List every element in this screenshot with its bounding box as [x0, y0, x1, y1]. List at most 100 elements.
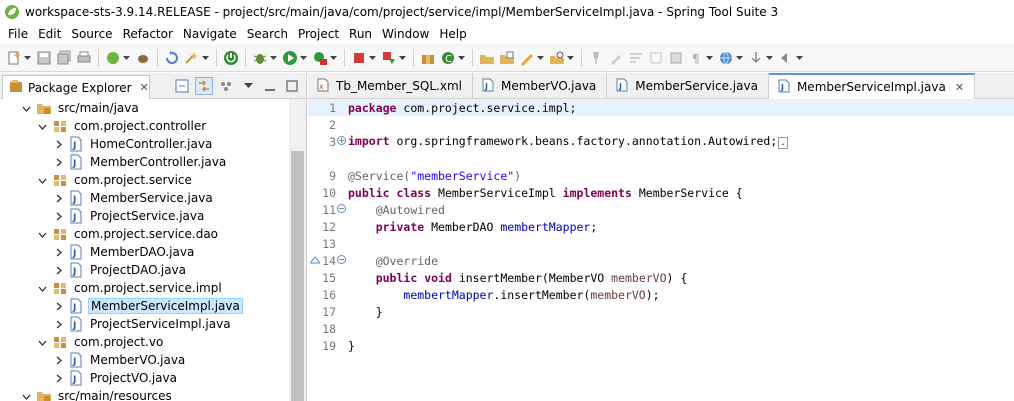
chevron-down-icon[interactable] — [36, 120, 48, 132]
bean-icon[interactable] — [135, 50, 151, 66]
new-icon[interactable] — [6, 50, 22, 66]
tree-item-membercontroller-java[interactable]: J MemberController.java — [0, 153, 288, 171]
generate-icon[interactable] — [184, 50, 200, 66]
chevron-down-icon[interactable] — [736, 50, 743, 66]
close-icon[interactable]: ✕ — [140, 81, 149, 94]
open-type-icon[interactable] — [479, 50, 495, 66]
tab-package-explorer[interactable]: Package Explorer ✕ — [2, 75, 150, 99]
code-line[interactable]: 16 membertMapper.insertMember(memberVO); — [308, 286, 1014, 303]
menu-window[interactable]: Window — [378, 27, 435, 41]
code-line[interactable]: 10 public class MemberServiceImpl implem… — [308, 184, 1014, 201]
minimize-icon[interactable] — [261, 77, 279, 95]
spring-boot-icon[interactable] — [105, 50, 121, 66]
chevron-right-icon[interactable] — [52, 264, 64, 276]
maximize-icon[interactable] — [283, 77, 301, 95]
highlight-icon[interactable] — [608, 50, 624, 66]
code-line[interactable]: 9 @Service("memberService") — [308, 167, 1014, 184]
explorer-scrollbar[interactable] — [289, 99, 306, 401]
toggle-mark-icon[interactable] — [668, 50, 684, 66]
code-line[interactable]: 12 private MemberDAO membertMapper; — [308, 218, 1014, 235]
tab-memberserviceimpl-java[interactable]: J MemberServiceImpl.java ✕ — [768, 73, 976, 99]
chevron-down-icon[interactable] — [300, 50, 307, 66]
block-select-icon[interactable] — [648, 50, 664, 66]
new-package-icon[interactable] — [420, 50, 436, 66]
chevron-right-icon[interactable] — [52, 246, 64, 258]
tree-item-projectservice-java[interactable]: J ProjectService.java — [0, 207, 288, 225]
tree-item-memberserviceimpl-java[interactable]: J MemberServiceImpl.java — [0, 297, 288, 315]
pen-icon[interactable] — [519, 50, 535, 66]
tree-item-projectserviceimpl-java[interactable]: J ProjectServiceImpl.java — [0, 315, 288, 333]
server-start-icon[interactable] — [223, 50, 239, 66]
chevron-right-icon[interactable] — [52, 156, 64, 168]
menu-search[interactable]: Search — [243, 27, 294, 41]
tab-membervo-java[interactable]: J MemberVO.java — [473, 73, 608, 99]
back-icon[interactable] — [778, 50, 794, 66]
word-wrap-icon[interactable] — [628, 50, 644, 66]
tree-item-src-main-resources[interactable]: src/main/resources — [0, 387, 288, 401]
chevron-down-icon[interactable] — [20, 102, 32, 114]
show-whitespace-icon[interactable]: ¶ — [688, 50, 704, 66]
run-icon[interactable] — [282, 50, 298, 66]
code-line[interactable] — [308, 150, 1014, 167]
code-line[interactable]: 19 } — [308, 337, 1014, 354]
collapse-all-icon[interactable] — [173, 77, 191, 95]
chevron-right-icon[interactable] — [52, 192, 64, 204]
code-line[interactable]: 11 @Autowired — [308, 201, 1014, 218]
chevron-down-icon[interactable] — [20, 390, 32, 401]
tree-item-com-project-service-dao[interactable]: com.project.service.dao — [0, 225, 288, 243]
pin-icon[interactable] — [588, 50, 604, 66]
chevron-down-icon[interactable] — [399, 50, 406, 66]
tree-item-projectvo-java[interactable]: J ProjectVO.java — [0, 369, 288, 387]
tab-memberservice-java[interactable]: J MemberService.java — [607, 73, 769, 99]
menu-refactor[interactable]: Refactor — [119, 27, 179, 41]
refresh-icon[interactable] — [164, 50, 180, 66]
debug-icon[interactable] — [252, 50, 268, 66]
chevron-down-icon[interactable] — [123, 50, 130, 66]
code-line[interactable]: 15 public void insertMember(MemberVO mem… — [308, 269, 1014, 286]
code-line[interactable]: 3 import org.springframework.beans.facto… — [308, 133, 1014, 150]
chevron-down-icon[interactable] — [458, 50, 465, 66]
code-area[interactable]: 1 package com.project.service.impl; 2 3 … — [308, 99, 1014, 401]
new-class-icon[interactable]: C — [440, 50, 456, 66]
chevron-right-icon[interactable] — [52, 372, 64, 384]
chevron-down-icon[interactable] — [369, 50, 376, 66]
open-resource-icon[interactable] — [499, 50, 515, 66]
chevron-down-icon[interactable] — [36, 228, 48, 240]
folded-ellipsis[interactable]: . — [778, 137, 788, 149]
close-icon[interactable]: ✕ — [955, 81, 964, 94]
code-line[interactable]: 18 — [308, 320, 1014, 337]
chevron-right-icon[interactable] — [52, 210, 64, 222]
menu-edit[interactable]: Edit — [34, 27, 67, 41]
tree-item-projectdao-java[interactable]: J ProjectDAO.java — [0, 261, 288, 279]
chevron-right-icon[interactable] — [52, 354, 64, 366]
tree-item-membervo-java[interactable]: J MemberVO.java — [0, 351, 288, 369]
chevron-right-icon[interactable] — [52, 300, 64, 312]
chevron-down-icon[interactable] — [766, 50, 773, 66]
save-all-icon[interactable] — [56, 50, 72, 66]
tree-item-src-main-java[interactable]: src/main/java — [0, 99, 288, 117]
code-line[interactable]: 14 @Override — [308, 252, 1014, 269]
chevron-down-icon[interactable] — [36, 282, 48, 294]
chevron-down-icon[interactable] — [567, 50, 574, 66]
tree-item-memberdao-java[interactable]: J MemberDAO.java — [0, 243, 288, 261]
menu-help[interactable]: Help — [435, 27, 472, 41]
chevron-down-icon[interactable] — [796, 50, 803, 66]
menu-navigate[interactable]: Navigate — [179, 27, 243, 41]
search-icon[interactable] — [549, 50, 565, 66]
menu-project[interactable]: Project — [294, 27, 345, 41]
chevron-down-icon[interactable] — [36, 336, 48, 348]
deploy-icon[interactable] — [381, 50, 397, 66]
tree-item-memberservice-java[interactable]: J MemberService.java — [0, 189, 288, 207]
chevron-right-icon[interactable] — [52, 138, 64, 150]
chevron-down-icon[interactable] — [202, 50, 209, 66]
chevron-down-icon[interactable] — [330, 50, 337, 66]
menu-source[interactable]: Source — [67, 27, 118, 41]
tree-item-homecontroller-java[interactable]: J HomeController.java — [0, 135, 288, 153]
save-icon[interactable] — [36, 50, 52, 66]
stop-icon[interactable] — [351, 50, 367, 66]
chevron-down-icon[interactable] — [706, 50, 713, 66]
tab-tb-member-sql-xml[interactable]: x Tb_Member_SQL.xml — [308, 73, 473, 99]
chevron-down-icon[interactable] — [36, 174, 48, 186]
chevron-right-icon[interactable] — [52, 318, 64, 330]
chevron-down-icon[interactable] — [239, 77, 257, 95]
